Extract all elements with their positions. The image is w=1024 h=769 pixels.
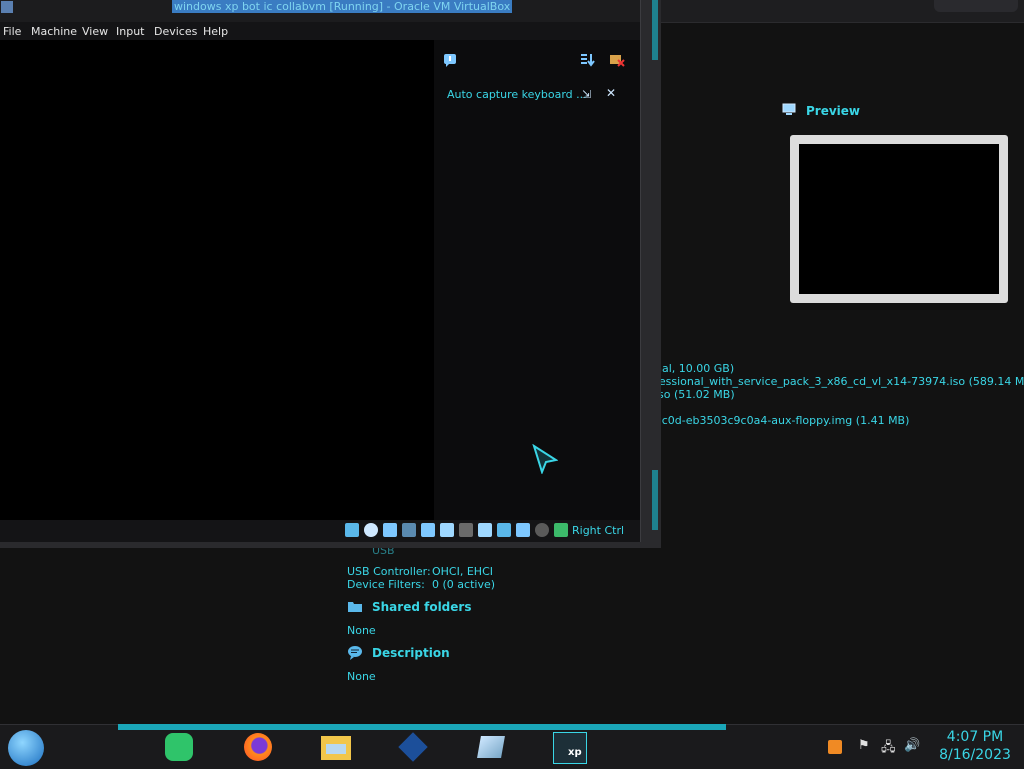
menu-machine[interactable]: Machine — [31, 25, 77, 38]
monitor-icon — [782, 103, 796, 115]
file-explorer-icon[interactable] — [320, 732, 352, 762]
sort-icon[interactable] — [580, 52, 596, 68]
usb-controller-label: USB Controller: — [347, 565, 431, 578]
network-icon[interactable] — [421, 523, 435, 537]
floppy-icon[interactable] — [383, 523, 397, 537]
firefox-icon[interactable] — [242, 732, 274, 762]
virtualbox-icon[interactable] — [397, 732, 429, 762]
start-button[interactable] — [8, 730, 44, 766]
device-filters-value: 0 (0 active) — [432, 578, 496, 591]
menu-file[interactable]: File — [3, 25, 21, 38]
mouse-integration-icon[interactable] — [535, 523, 549, 537]
description-value: None — [347, 670, 376, 683]
device-filters-label: Device Filters: — [347, 578, 425, 591]
vm-window-frame — [640, 0, 661, 548]
menu-devices[interactable]: Devices — [154, 25, 197, 38]
info-icon[interactable] — [443, 53, 457, 67]
taskbar-accent-band — [118, 724, 726, 730]
menu-help[interactable]: Help — [203, 25, 228, 38]
preview-title: Preview — [806, 104, 861, 118]
flag-icon[interactable]: ⚑ — [858, 738, 870, 753]
vm-display[interactable] — [0, 40, 434, 520]
vt-x-icon — [516, 523, 530, 537]
shared-folders-icon[interactable] — [459, 523, 473, 537]
audio-icon[interactable] — [402, 523, 416, 537]
description-title: Description — [372, 646, 450, 660]
vm-menubar: File Machine View Input Devices Help — [0, 22, 640, 40]
network-tray-icon[interactable]: 🖧 — [881, 738, 896, 760]
taskbar-clock[interactable]: 4:07 PM 8/16/2023 — [930, 728, 1020, 764]
recording-icon[interactable] — [497, 523, 511, 537]
manager-titlebar — [650, 0, 1024, 23]
vm-window-bottom-edge — [0, 542, 660, 548]
storage-line: nal, 10.00 GB) — [655, 362, 735, 375]
cursor-icon — [532, 444, 558, 474]
shared-folders-value: None — [347, 624, 376, 637]
hard-disk-icon[interactable] — [345, 523, 359, 537]
usb-controller-value: OHCI, EHCI — [432, 565, 493, 578]
clock-date: 8/16/2023 — [939, 747, 1011, 763]
window-icon[interactable] — [475, 732, 507, 762]
host-key-label: Right Ctrl — [572, 524, 625, 537]
vm-window-title: windows xp bot ic collabvm [Running] - O… — [172, 0, 513, 13]
virtualbox-icon — [1, 1, 13, 13]
preview-thumbnail — [790, 135, 1008, 303]
menu-input[interactable]: Input — [116, 25, 144, 38]
shared-folders-title: Shared folders — [372, 600, 472, 614]
clear-notifications-icon[interactable] — [609, 52, 625, 68]
usb-icon[interactable] — [440, 523, 454, 537]
speech-bubble-icon — [348, 646, 362, 660]
pin-icon[interactable]: ⇲ — [582, 88, 591, 101]
taskbar — [0, 724, 1024, 769]
app-tray-icon[interactable] — [828, 740, 842, 754]
storage-line: fessional_with_service_pack_3_x86_cd_vl_… — [655, 375, 1024, 388]
auto-capture-notice: Auto capture keyboard ... — [447, 88, 587, 101]
keyboard-capture-icon[interactable] — [554, 523, 568, 537]
folder-icon — [348, 602, 362, 612]
vm-statusbar: Right Ctrl — [0, 520, 640, 542]
storage-line: iso (51.02 MB) — [655, 388, 735, 401]
optical-drive-icon[interactable] — [364, 523, 378, 537]
xp-vm-icon[interactable]: xp — [553, 732, 587, 764]
menu-view[interactable]: View — [82, 25, 108, 38]
close-icon[interactable]: ✕ — [606, 86, 616, 100]
chat-app-icon[interactable] — [163, 732, 195, 762]
display-icon[interactable] — [478, 523, 492, 537]
volume-icon[interactable]: 🔊 — [904, 738, 920, 753]
clock-time: 4:07 PM — [946, 729, 1004, 745]
storage-line: ac0d-eb3503c9c0a4-aux-floppy.img (1.41 M… — [655, 414, 910, 427]
